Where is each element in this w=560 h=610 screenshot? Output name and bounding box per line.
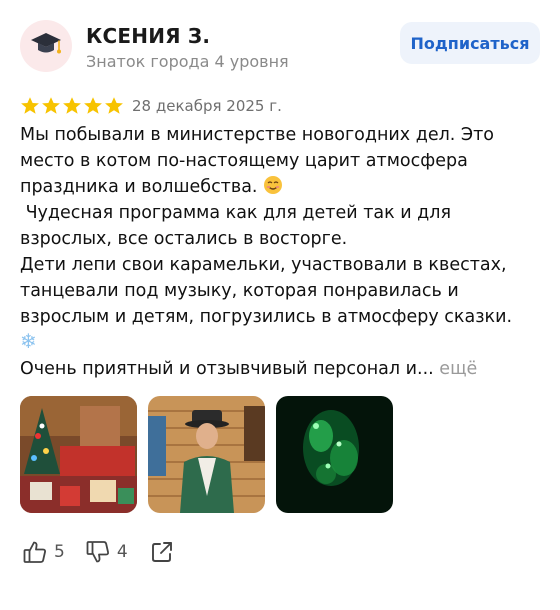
- star-rating: [20, 96, 124, 116]
- review-line: танцевали под музыку, которая понравилас…: [20, 281, 459, 301]
- photo-person-in-costume[interactable]: [148, 396, 265, 513]
- star-icon: [84, 97, 102, 114]
- star-icon: [42, 97, 60, 114]
- photo-christmas-tree-hall[interactable]: [20, 396, 137, 513]
- graduation-cap-icon: [29, 27, 63, 65]
- thumbs-down-icon: [86, 541, 109, 563]
- review-line: взрослым и детям, погрузились в атмосфер…: [20, 307, 513, 327]
- star-icon: [105, 97, 123, 114]
- dislike-button[interactable]: 4: [85, 539, 128, 565]
- review-actions: 5 4: [22, 538, 174, 566]
- review-line: Мы побывали в министерстве новогодних де…: [20, 125, 495, 145]
- like-button[interactable]: 5: [22, 539, 65, 565]
- review-line: Чудесная программа как для детей так и д…: [20, 203, 451, 223]
- star-icon: [21, 97, 39, 114]
- review-line: Дети лепи свои карамельки, участвовали в…: [20, 255, 507, 275]
- dislike-count: 4: [116, 542, 128, 562]
- review-last-text: Очень приятный и отзывчивый персонал и..…: [20, 359, 434, 379]
- review-line-text: праздника и волшебства.: [20, 177, 258, 197]
- smiling-face-icon: [264, 176, 283, 194]
- review-line: праздника и волшебства.: [20, 174, 540, 200]
- thumbs-up-icon: [23, 541, 46, 563]
- avatar[interactable]: [20, 20, 72, 72]
- review-header: КСЕНИЯ З. Знаток города 4 уровня Подписа…: [20, 20, 540, 76]
- review-line-last: Очень приятный и отзывчивый персонал и..…: [20, 356, 540, 382]
- photo-green-lights-dark[interactable]: [276, 396, 393, 513]
- photo-gallery: [20, 396, 393, 513]
- rating-row: 28 декабря 2025 г.: [20, 95, 282, 117]
- review-line: взрослых, все остались в восторге.: [20, 229, 348, 249]
- review-line: место в котом по-настоящему царит атмосф…: [20, 151, 468, 171]
- more-link[interactable]: ещё: [439, 359, 477, 379]
- star-icon: [63, 97, 81, 114]
- subscribe-button[interactable]: Подписаться: [400, 22, 540, 64]
- snowflake-icon: ❄: [20, 329, 37, 353]
- review-date: 28 декабря 2025 г.: [132, 97, 282, 115]
- share-button[interactable]: [150, 540, 174, 564]
- review-text[interactable]: Мы побывали в министерстве новогодних де…: [20, 122, 540, 382]
- snowflake-emoji: ❄: [20, 330, 540, 356]
- share-icon: [151, 542, 172, 562]
- author-level: Знаток города 4 уровня: [86, 52, 289, 71]
- author-name[interactable]: КСЕНИЯ З.: [86, 24, 210, 48]
- like-count: 5: [54, 542, 65, 562]
